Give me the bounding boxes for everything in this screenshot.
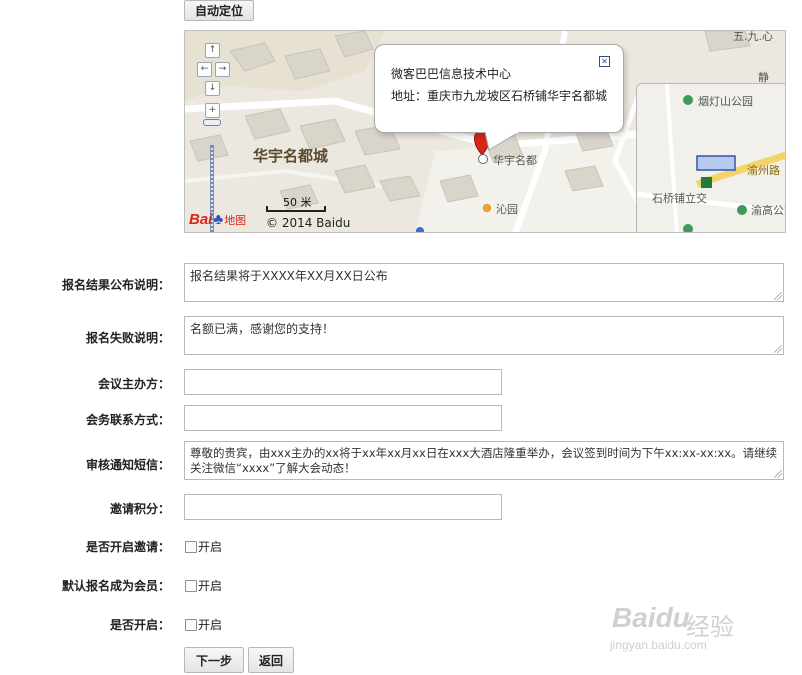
pan-left-button[interactable]: ← xyxy=(197,62,212,77)
resize-grip-icon[interactable] xyxy=(774,292,782,300)
overview-park2-label: 渝高公园 xyxy=(751,204,785,217)
auto-locate-button[interactable]: 自动定位 xyxy=(184,0,254,21)
sms-notice-textarea[interactable]: 尊敬的贵宾，由xxx主办的xx将于xx年xx月xx日在xxx大酒店隆重举办，会议… xyxy=(184,441,784,480)
checkbox-icon[interactable] xyxy=(185,579,197,592)
organizer-input[interactable] xyxy=(184,369,502,395)
info-window-address: 地址：重庆市九龙坡区石桥铺华宇名都城 xyxy=(391,89,608,103)
organizer-label: 会议主办方： xyxy=(97,377,170,391)
fail-notice-textarea[interactable]: 名额已满，感谢您的支持！ xyxy=(184,316,784,355)
map-info-window: ✕ 微客巴巴信息技术中心 地址：重庆市九龙坡区石桥铺华宇名都城 xyxy=(374,44,624,133)
svg-text:静: 静 xyxy=(758,70,769,84)
invite-points-label: 邀请积分： xyxy=(109,502,170,516)
checkbox-label: 开启 xyxy=(198,579,223,593)
pan-right-button[interactable]: → xyxy=(215,62,230,77)
info-window-title: 微客巴巴信息技术中心 xyxy=(391,67,512,81)
overview-map[interactable]: 烟灯山公园 渝州路 石桥铺立交 渝高公园 xyxy=(636,83,785,232)
map-area-label: 华宇名都城 xyxy=(253,147,329,165)
map-road-label: 五.九.心 xyxy=(733,30,773,43)
checkbox-label: 开启 xyxy=(198,618,223,632)
map-poi-label: 沁园 xyxy=(496,203,518,216)
default-member-checkbox[interactable]: 开启 xyxy=(185,577,222,594)
back-button[interactable]: 返回 xyxy=(248,647,294,673)
contact-label: 会务联系方式： xyxy=(85,413,170,427)
zoom-slider-handle[interactable] xyxy=(203,119,221,126)
overview-park-label: 烟灯山公园 xyxy=(698,95,753,108)
map-copyright: © 2014 Baidu xyxy=(266,216,351,230)
checkbox-label: 开启 xyxy=(198,540,223,554)
resize-grip-icon[interactable] xyxy=(774,345,782,353)
overview-road-label: 渝州路 xyxy=(747,164,780,177)
info-window-pointer xyxy=(485,132,520,151)
resize-grip-icon[interactable] xyxy=(774,470,782,478)
fail-notice-text: 名额已满，感谢您的支持！ xyxy=(190,322,335,336)
checkbox-icon[interactable] xyxy=(185,618,197,631)
fail-notice-label: 报名失败说明： xyxy=(85,331,170,345)
default-member-label: 默认报名成为会员： xyxy=(61,579,170,593)
map-view[interactable]: 静 ↑ ← → ↓ + 华宇名都城 华宇名都 沁园 五.九.心 50 米 Bai… xyxy=(184,30,786,233)
overview-station-label: 石桥铺立交 xyxy=(652,192,707,205)
checkbox-icon[interactable] xyxy=(185,540,197,553)
enable-label: 是否开启： xyxy=(109,618,170,632)
zoom-in-button[interactable]: + xyxy=(205,103,220,118)
enable-invite-checkbox[interactable]: 开启 xyxy=(185,538,222,555)
result-notice-text: 报名结果将于XXXX年XX月XX日公布 xyxy=(190,269,388,283)
sms-notice-label: 审核通知短信： xyxy=(85,458,170,472)
paw-icon: ♣ xyxy=(213,211,224,228)
close-icon[interactable]: ✕ xyxy=(599,56,610,67)
enable-invite-label: 是否开启邀请： xyxy=(85,540,170,554)
next-step-button[interactable]: 下一步 xyxy=(184,647,244,673)
contact-input[interactable] xyxy=(184,405,502,431)
result-notice-textarea[interactable]: 报名结果将于XXXX年XX月XX日公布 xyxy=(184,263,784,302)
pan-up-button[interactable]: ↑ xyxy=(205,43,220,58)
enable-checkbox[interactable]: 开启 xyxy=(185,616,222,633)
map-scale-bar xyxy=(266,206,326,212)
baidu-map-logo: Bai ♣ 地图 xyxy=(189,211,247,228)
pan-down-button[interactable]: ↓ xyxy=(205,81,220,96)
invite-points-input[interactable] xyxy=(184,494,502,520)
result-notice-label: 报名结果公布说明： xyxy=(61,278,170,292)
sms-notice-text: 尊敬的贵宾，由xxx主办的xx将于xx年xx月xx日在xxx大酒店隆重举办，会议… xyxy=(190,446,778,475)
baidu-jingyan-watermark: Baidu 经验 jingyan.baidu.com xyxy=(610,602,734,652)
map-poi-label: 华宇名都 xyxy=(493,154,537,167)
